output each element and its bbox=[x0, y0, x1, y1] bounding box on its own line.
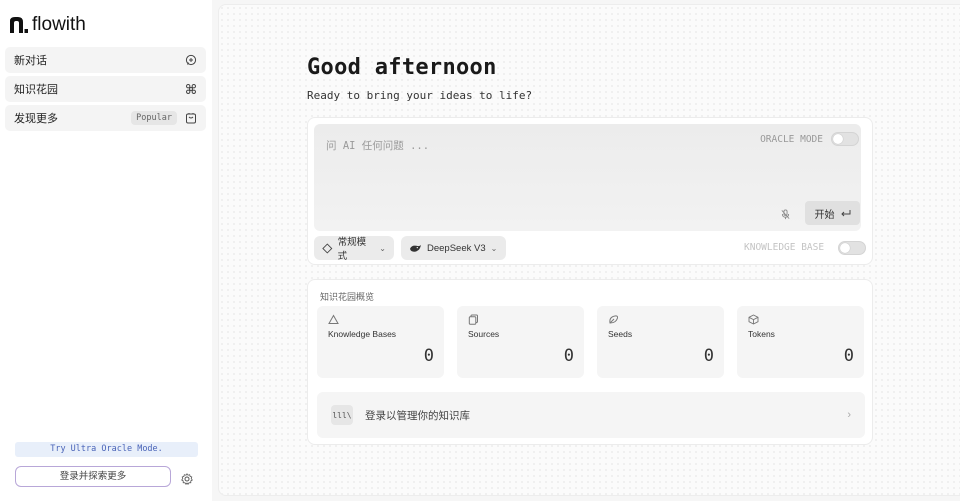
discover-icon bbox=[185, 112, 197, 124]
chevron-down-icon: ⌄ bbox=[379, 243, 386, 253]
try-ultra-oracle-banner[interactable]: Try Ultra Oracle Mode. bbox=[15, 442, 198, 457]
stat-sources[interactable]: Sources 0 bbox=[457, 306, 584, 378]
stat-label: Sources bbox=[468, 329, 500, 339]
stat-label: Tokens bbox=[748, 329, 775, 339]
sidebar: flowith 新对话 知识花园 发现更多 Popular Try Ultra … bbox=[0, 0, 212, 501]
library-icon: lll\ bbox=[331, 405, 353, 425]
greeting-title: Good afternoon bbox=[307, 55, 497, 80]
stat-value: 0 bbox=[563, 346, 574, 366]
overview-title: 知识花园概览 bbox=[320, 292, 375, 302]
stat-value: 0 bbox=[703, 346, 714, 366]
stat-value: 0 bbox=[423, 346, 434, 366]
knowledge-base-toggle[interactable] bbox=[838, 241, 866, 255]
chevron-down-icon: ⌄ bbox=[490, 243, 498, 253]
login-explore-button[interactable]: 登录并探索更多 bbox=[15, 466, 171, 487]
login-manage-kb-row[interactable]: lll\ 登录以管理你的知识库 › bbox=[317, 392, 865, 438]
greeting-subtitle: Ready to bring your ideas to life? bbox=[307, 89, 533, 102]
login-manage-kb-text: 登录以管理你的知识库 bbox=[365, 409, 470, 422]
sidebar-item-garden[interactable]: 知识花园 bbox=[5, 76, 206, 102]
deepseek-whale-icon bbox=[410, 244, 421, 252]
oracle-mode-label: ORACLE MODE bbox=[760, 134, 823, 145]
app-logo[interactable]: flowith bbox=[9, 14, 86, 36]
start-button[interactable]: 开始 bbox=[805, 201, 860, 225]
start-button-label: 开始 bbox=[814, 209, 835, 221]
triangle-icon bbox=[328, 314, 339, 324]
new-chat-icon bbox=[185, 54, 197, 66]
stat-tokens[interactable]: Tokens 0 bbox=[737, 306, 864, 378]
sidebar-item-label: 发现更多 bbox=[14, 113, 58, 125]
chat-composer: 问 AI 任何问题 ... ORACLE MODE 开始 常规模式 ⌄ Deep… bbox=[307, 117, 873, 265]
microphone-icon bbox=[780, 208, 790, 219]
stat-value: 0 bbox=[843, 346, 854, 366]
sidebar-item-label: 知识花园 bbox=[14, 84, 58, 96]
copy-icon bbox=[468, 314, 478, 325]
garden-icon bbox=[185, 83, 197, 95]
chat-input-placeholder: 问 AI 任何问题 ... bbox=[326, 140, 430, 152]
model-selector-label: DeepSeek V3 bbox=[427, 242, 486, 254]
stat-label: Seeds bbox=[608, 329, 633, 339]
chevron-right-icon: › bbox=[847, 409, 851, 421]
sidebar-item-discover[interactable]: 发现更多 Popular bbox=[5, 105, 206, 131]
sidebar-item-label: 新对话 bbox=[14, 55, 47, 67]
knowledge-base-label: KNOWLEDGE BASE bbox=[744, 242, 825, 253]
chat-input[interactable]: 问 AI 任何问题 ... ORACLE MODE 开始 bbox=[314, 124, 861, 231]
sidebar-item-new-chat[interactable]: 新对话 bbox=[5, 47, 206, 73]
knowledge-garden-overview: 知识花园概览 Knowledge Bases 0 Sources 0 Seeds… bbox=[307, 279, 873, 445]
logo-text: flowith bbox=[32, 14, 86, 35]
model-selector[interactable]: DeepSeek V3 ⌄ bbox=[401, 236, 506, 260]
stat-label: Knowledge Bases bbox=[328, 329, 397, 339]
mode-selector-label: 常规模式 bbox=[337, 237, 367, 262]
oracle-mode-toggle[interactable] bbox=[831, 132, 859, 146]
mic-button[interactable] bbox=[772, 203, 798, 225]
popular-badge: Popular bbox=[131, 111, 177, 125]
main-panel: Good afternoon Ready to bring your ideas… bbox=[218, 4, 960, 496]
diamond-icon bbox=[322, 242, 333, 254]
stat-knowledge-bases[interactable]: Knowledge Bases 0 bbox=[317, 306, 444, 378]
gear-icon[interactable] bbox=[181, 472, 193, 485]
mode-selector[interactable]: 常规模式 ⌄ bbox=[314, 236, 394, 262]
seed-icon bbox=[609, 315, 619, 324]
cube-icon bbox=[748, 314, 759, 325]
flowith-logo-icon bbox=[9, 16, 28, 34]
enter-icon bbox=[840, 210, 850, 217]
stat-seeds[interactable]: Seeds 0 bbox=[597, 306, 724, 378]
